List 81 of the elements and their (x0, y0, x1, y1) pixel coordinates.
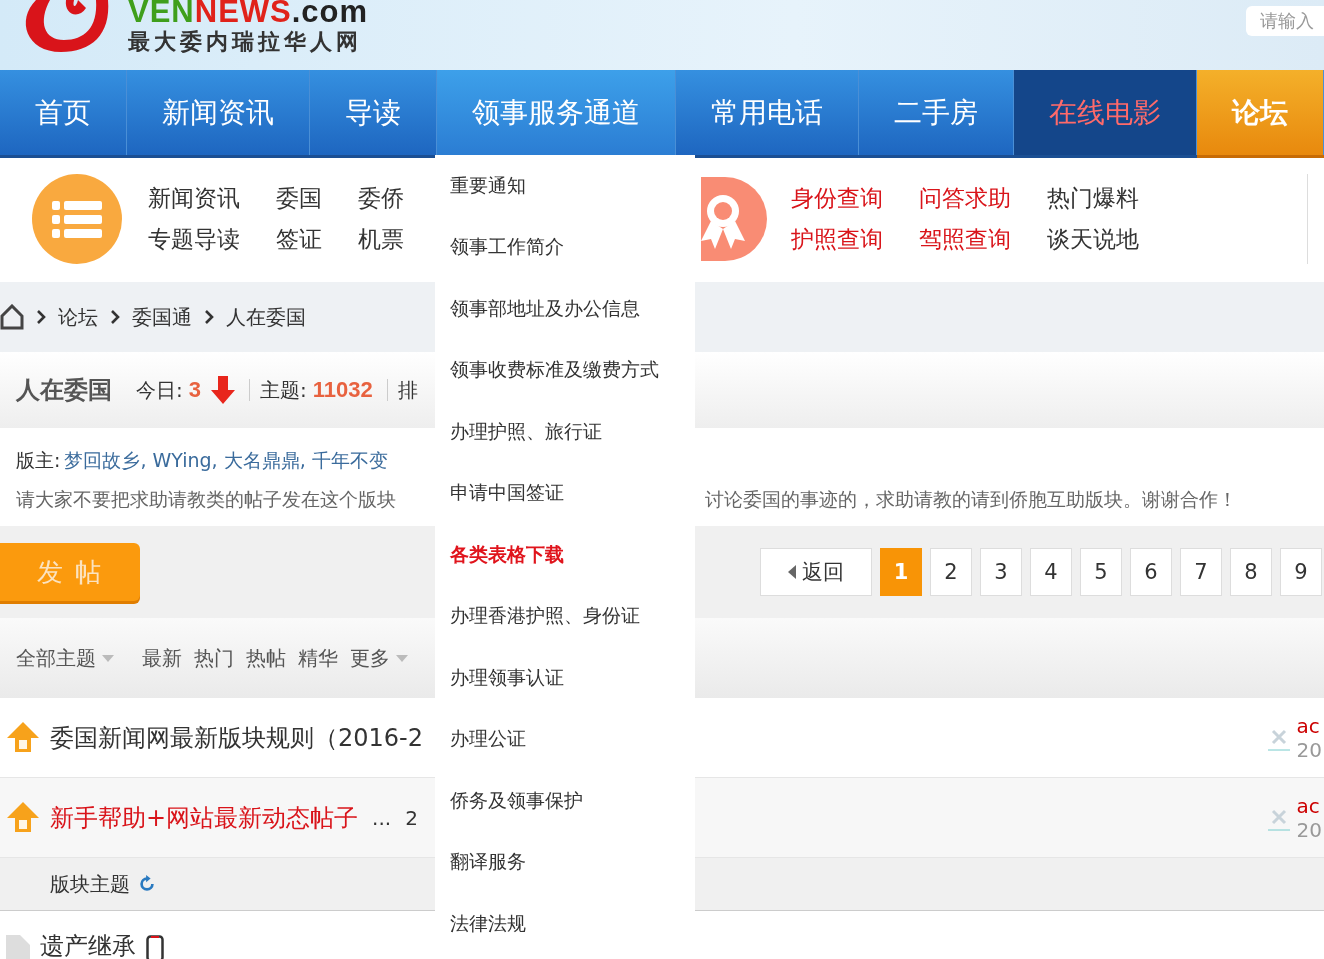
filter-tab[interactable]: 热帖 (246, 644, 286, 672)
filter-tab[interactable]: 全部主题 (16, 644, 114, 672)
author-link[interactable]: ac (1296, 713, 1322, 738)
today-count: 3 (188, 377, 201, 403)
quick-link[interactable]: 机票 (358, 223, 404, 255)
breadcrumb-link[interactable]: 委国通 (132, 303, 192, 331)
phone-icon (146, 935, 164, 959)
dropdown-item[interactable]: 侨务及领事保护 (435, 770, 695, 832)
caret-icon (102, 654, 114, 662)
thread-title[interactable]: 新手帮助+网站最新动态帖子 (50, 801, 359, 834)
dropdown-item[interactable]: 重要通知 (435, 155, 695, 217)
dropdown-item[interactable]: 办理领事认证 (435, 647, 695, 709)
nav-tab[interactable]: 新闻资讯 (127, 70, 310, 155)
quick-link[interactable]: 专题导读 (148, 223, 240, 255)
caret-icon (396, 654, 408, 662)
dropdown-item[interactable]: 办理护照、旅行证 (435, 401, 695, 463)
notice-text: 讨论委国的事迹的，求助请教的请到侨胞互助版块。谢谢合作！ (704, 487, 1238, 512)
dropdown-item[interactable]: 领事收费标准及缴费方式 (435, 339, 695, 401)
post-date: 20 (1296, 817, 1322, 842)
chevron-icon (204, 309, 214, 325)
page-button[interactable]: 4 (1030, 548, 1072, 596)
pinned-arrow-icon (6, 720, 40, 755)
home-icon[interactable] (0, 304, 24, 330)
quick-link[interactable]: 委国 (276, 182, 322, 214)
thread-title[interactable]: 遗产继承 (40, 931, 136, 959)
logo-tagline: 最大委内瑞拉华人网 (128, 28, 363, 56)
topics-label: 主题: (260, 376, 307, 404)
quick-link[interactable]: 问答求助 (919, 182, 1011, 214)
page-button[interactable]: 7 (1180, 548, 1222, 596)
back-caret-icon (788, 565, 796, 579)
thread-title[interactable]: 委国新闻网最新版块规则（2016-2 (50, 721, 423, 754)
quick-link[interactable]: 驾照查询 (919, 223, 1011, 255)
section-title: 版块主题 (50, 870, 130, 898)
page-button[interactable]: 6 (1130, 548, 1172, 596)
page-button[interactable]: 9 (1280, 548, 1322, 596)
logo-wordmark: VENNEWS.com (128, 0, 369, 28)
search-field[interactable]: 请输入 (1246, 6, 1324, 36)
filter-tab[interactable]: 精华 (298, 644, 338, 672)
filter-tab[interactable]: 更多 (350, 644, 408, 672)
dropdown-item[interactable]: 申请中国签证 (435, 462, 695, 524)
page-button[interactable]: 2 (930, 548, 972, 596)
breadcrumb-link[interactable]: 人在委国 (226, 303, 306, 331)
quick-link[interactable]: 签证 (276, 223, 322, 255)
dropdown-item[interactable]: 办理公证 (435, 708, 695, 770)
today-label: 今日: (136, 376, 183, 404)
notice-text: 请大家不要把求助请教类的帖子发在这个版块 (15, 487, 397, 512)
chevron-icon (36, 309, 46, 325)
author-link[interactable]: ac (1296, 793, 1322, 818)
dropdown-item[interactable]: 领事工作简介 (435, 216, 695, 278)
nav-tab[interactable]: 首页 (0, 70, 127, 155)
filter-tab[interactable]: 热门 (194, 644, 234, 672)
quick-link[interactable]: 新闻资讯 (148, 182, 240, 214)
quick-link[interactable]: 护照查询 (791, 223, 883, 255)
topics-count: 11032 (312, 377, 373, 403)
post-date: 20 (1296, 737, 1322, 762)
quick-link[interactable]: 热门爆料 (1047, 182, 1139, 214)
quick-link[interactable]: 身份查询 (791, 182, 883, 214)
filter-tab[interactable]: 最新 (142, 644, 182, 672)
stat-label: 排 (397, 376, 418, 404)
moderators-label: 版主: (16, 448, 61, 473)
quick-link[interactable]: 谈天说地 (1047, 223, 1139, 255)
page-button[interactable]: 8 (1230, 548, 1272, 596)
dropdown-item[interactable]: 办理香港护照、身份证 (435, 585, 695, 647)
pinned-arrow-icon (6, 800, 40, 835)
quick-link[interactable]: 委侨 (358, 182, 404, 214)
dropdown-item[interactable]: 领事部地址及办公信息 (435, 278, 695, 340)
forum-title: 人在委国 (16, 375, 112, 406)
chevron-icon (110, 309, 120, 325)
dropdown-item[interactable]: 翻译服务 (435, 831, 695, 893)
ribbon-badge-icon (701, 176, 767, 261)
dropdown-item[interactable]: 各类表格下载 (435, 524, 695, 586)
page-link[interactable]: 2 (405, 805, 418, 830)
dropdown-item[interactable]: 法律法规 (435, 893, 695, 955)
page-button[interactable]: 3 (980, 548, 1022, 596)
refresh-icon[interactable] (138, 875, 156, 893)
back-button[interactable]: 返回 (760, 548, 872, 596)
page-link[interactable]: ... (372, 805, 392, 830)
breadcrumb-link[interactable]: 论坛 (58, 303, 98, 331)
moderator-links[interactable]: 梦回故乡, WYing, 大名鼎鼎, 千年不变 (64, 448, 388, 474)
page-button[interactable]: 5 (1080, 548, 1122, 596)
list-icon (32, 173, 122, 264)
